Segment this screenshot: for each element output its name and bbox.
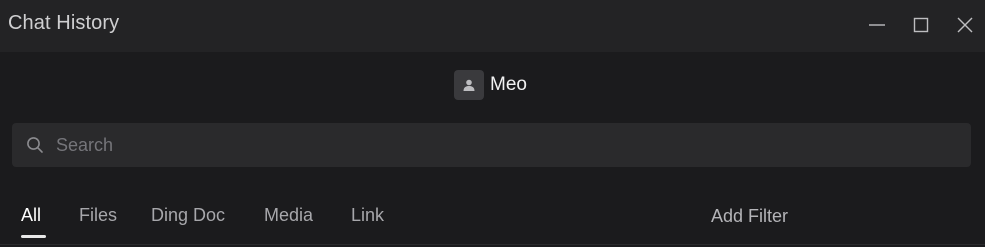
chat-history-window: Chat History Meo Search All Files Ding D…	[0, 0, 985, 247]
user-icon	[463, 79, 475, 91]
tab-ding-doc[interactable]: Ding Doc	[151, 205, 225, 226]
maximize-icon	[913, 17, 929, 33]
tab-link[interactable]: Link	[351, 205, 384, 226]
divider	[0, 244, 985, 245]
title-bar: Chat History	[0, 0, 985, 52]
tab-bar: All Files Ding Doc Media Link Add Filter	[0, 200, 985, 247]
search-bar[interactable]	[12, 123, 971, 167]
tab-all[interactable]: All	[21, 205, 41, 226]
active-tab-indicator	[21, 235, 46, 238]
window-title: Chat History	[8, 12, 120, 34]
contact-name: Meo	[490, 74, 527, 95]
contact-header[interactable]: Meo	[454, 70, 527, 100]
minimize-button[interactable]	[862, 10, 892, 40]
avatar[interactable]	[454, 70, 484, 100]
tab-media[interactable]: Media	[264, 205, 313, 226]
add-filter-button[interactable]: Add Filter	[711, 206, 788, 227]
minimize-icon	[869, 24, 885, 26]
tab-files[interactable]: Files	[79, 205, 117, 226]
maximize-button[interactable]	[906, 10, 936, 40]
search-input[interactable]	[56, 123, 956, 167]
close-icon	[957, 17, 973, 33]
search-icon	[26, 136, 44, 159]
close-button[interactable]	[950, 10, 980, 40]
